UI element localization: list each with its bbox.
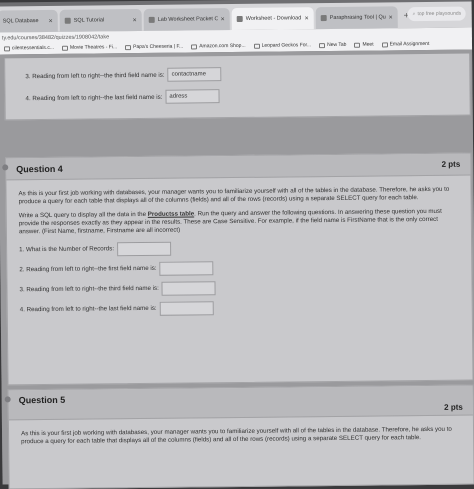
close-icon[interactable]: × xyxy=(389,14,393,21)
bookmark-item[interactable]: Amazon.com Shop... xyxy=(191,42,246,50)
answer-row: 2. Reading from left to right--the first… xyxy=(19,258,457,279)
question-body: As this is your first job working with d… xyxy=(9,416,473,447)
bookmark-item[interactable]: New Tab xyxy=(319,42,346,48)
answer-input[interactable] xyxy=(161,281,216,297)
tab-label: Worksheet - Download xyxy=(245,15,302,22)
close-icon[interactable]: × xyxy=(133,17,137,24)
tab-label: Lab Worksheet Packet Cap xyxy=(157,16,218,23)
search-text: top free playsounds xyxy=(417,10,462,18)
page-favicon-icon xyxy=(148,16,155,23)
answer-row: 3. Reading from left to right--the third… xyxy=(25,64,469,85)
answer-input[interactable]: contactname xyxy=(167,67,222,82)
search-suggestion[interactable]: ⌕ top free playsounds xyxy=(407,6,466,22)
question-5-card: Question 5 2 pts As this is your first j… xyxy=(4,384,474,489)
tab-lab-worksheet[interactable]: Lab Worksheet Packet Cap × xyxy=(143,8,230,31)
close-icon[interactable]: × xyxy=(49,17,53,24)
table-name: Productss table xyxy=(147,210,195,219)
bookmark-label: New Tab xyxy=(327,41,347,49)
bookmark-label: Meet xyxy=(362,41,374,48)
bookmark-item[interactable]: Meet xyxy=(354,41,374,48)
question-title: Question 5 xyxy=(18,394,66,406)
bookmark-label: Leopard Geckos For... xyxy=(261,42,312,49)
answer-label: 3. Reading from left to right--the third… xyxy=(25,71,165,80)
close-icon[interactable]: × xyxy=(305,15,309,22)
bookmark-item[interactable]: Email Assignment xyxy=(381,40,430,48)
question-header: Question 5 2 pts xyxy=(8,385,473,421)
question-4-card: Question 4 2 pts As this is your first j… xyxy=(2,152,474,386)
answer-row: 4. Reading from left to right--the last … xyxy=(20,298,458,319)
bookmark-item[interactable]: cilentessentials.c... xyxy=(3,44,55,52)
answer-input[interactable] xyxy=(159,301,214,317)
flag-marker xyxy=(4,396,11,403)
answer-row: 1. What is the Number of Records: xyxy=(19,238,457,259)
paragraph-text: Write a SQL query to display all the dat… xyxy=(18,211,148,220)
answer-row: 4. Reading from left to right--the last … xyxy=(25,86,469,107)
bookmark-item[interactable]: Movie Theatres - Fi... xyxy=(61,44,118,51)
question-paragraph: As this is your first job working with d… xyxy=(21,425,452,446)
search-icon: ⌕ xyxy=(412,11,416,18)
bookmark-item[interactable]: Papa's Cheeseria | F... xyxy=(125,44,183,51)
question-title: Question 4 xyxy=(16,163,63,174)
close-icon[interactable]: × xyxy=(221,16,225,23)
quillbot-favicon-icon xyxy=(320,15,327,22)
tab-label: Paraphrasing Tool | Quilli xyxy=(329,14,386,22)
tab-sql-tutorial[interactable]: SQL Tutorial × xyxy=(59,8,142,32)
bookmark-icon xyxy=(191,43,198,49)
email-icon xyxy=(381,41,388,47)
flag-marker xyxy=(2,164,9,171)
previous-question-card: 3. Reading from left to right--the third… xyxy=(4,53,471,121)
bookmark-icon xyxy=(319,42,326,48)
bookmark-label: Amazon.com Shop... xyxy=(199,42,246,50)
answer-input[interactable] xyxy=(116,242,172,257)
answer-label: 1. What is the Number of Records: xyxy=(19,245,115,254)
bookmark-label: Email Assignment xyxy=(389,40,430,48)
w3schools-favicon-icon xyxy=(64,17,71,24)
answer-label: 2. Reading from left to right--the first… xyxy=(19,265,157,274)
answer-input[interactable]: adress xyxy=(165,89,220,104)
meet-icon xyxy=(354,42,361,48)
answer-row: 3. Reading from left to right--the third… xyxy=(19,278,457,299)
page-favicon-icon xyxy=(236,15,243,22)
question-body: As this is your first job working with d… xyxy=(6,176,471,319)
bookmark-label: Papa's Cheeseria | F... xyxy=(133,43,184,51)
question-points: 2 pts xyxy=(441,159,461,169)
answer-label: 4. Reading from left to right--the last … xyxy=(25,93,163,102)
question-points: 2 pts xyxy=(444,402,463,412)
tab-sql-database[interactable]: SQL Database × xyxy=(0,9,58,33)
tab-worksheet-download[interactable]: Worksheet - Download × xyxy=(231,7,314,31)
address-text: ty.edu/courses/38482/quizzes/1908042/tak… xyxy=(1,34,110,42)
tab-paraphrasing-tool[interactable]: Paraphrasing Tool | Quilli × xyxy=(315,6,398,30)
tab-label: SQL Tutorial xyxy=(73,17,105,24)
question-paragraph: As this is your first job working with d… xyxy=(18,185,450,206)
quiz-page: 3. Reading from left to right--the third… xyxy=(0,49,474,489)
answer-label: 4. Reading from left to right--the last … xyxy=(19,305,157,314)
bookmark-label: cilentessentials.c... xyxy=(11,44,55,52)
bookmark-icon xyxy=(3,45,11,51)
bookmark-icon xyxy=(61,45,69,51)
bookmark-label: Movie Theatres - Fi... xyxy=(69,44,118,51)
tab-label: SQL Database xyxy=(2,18,39,25)
bookmark-icon xyxy=(125,44,132,50)
photo-frame: SQL Database × SQL Tutorial × Lab Worksh… xyxy=(0,0,474,489)
bookmark-item[interactable]: Leopard Geckos For... xyxy=(253,42,312,49)
bookmark-icon xyxy=(253,43,260,49)
answer-input[interactable] xyxy=(159,261,214,277)
question-paragraph: Write a SQL query to display all the dat… xyxy=(19,208,457,237)
answer-label: 3. Reading from left to right--the third… xyxy=(19,285,159,294)
